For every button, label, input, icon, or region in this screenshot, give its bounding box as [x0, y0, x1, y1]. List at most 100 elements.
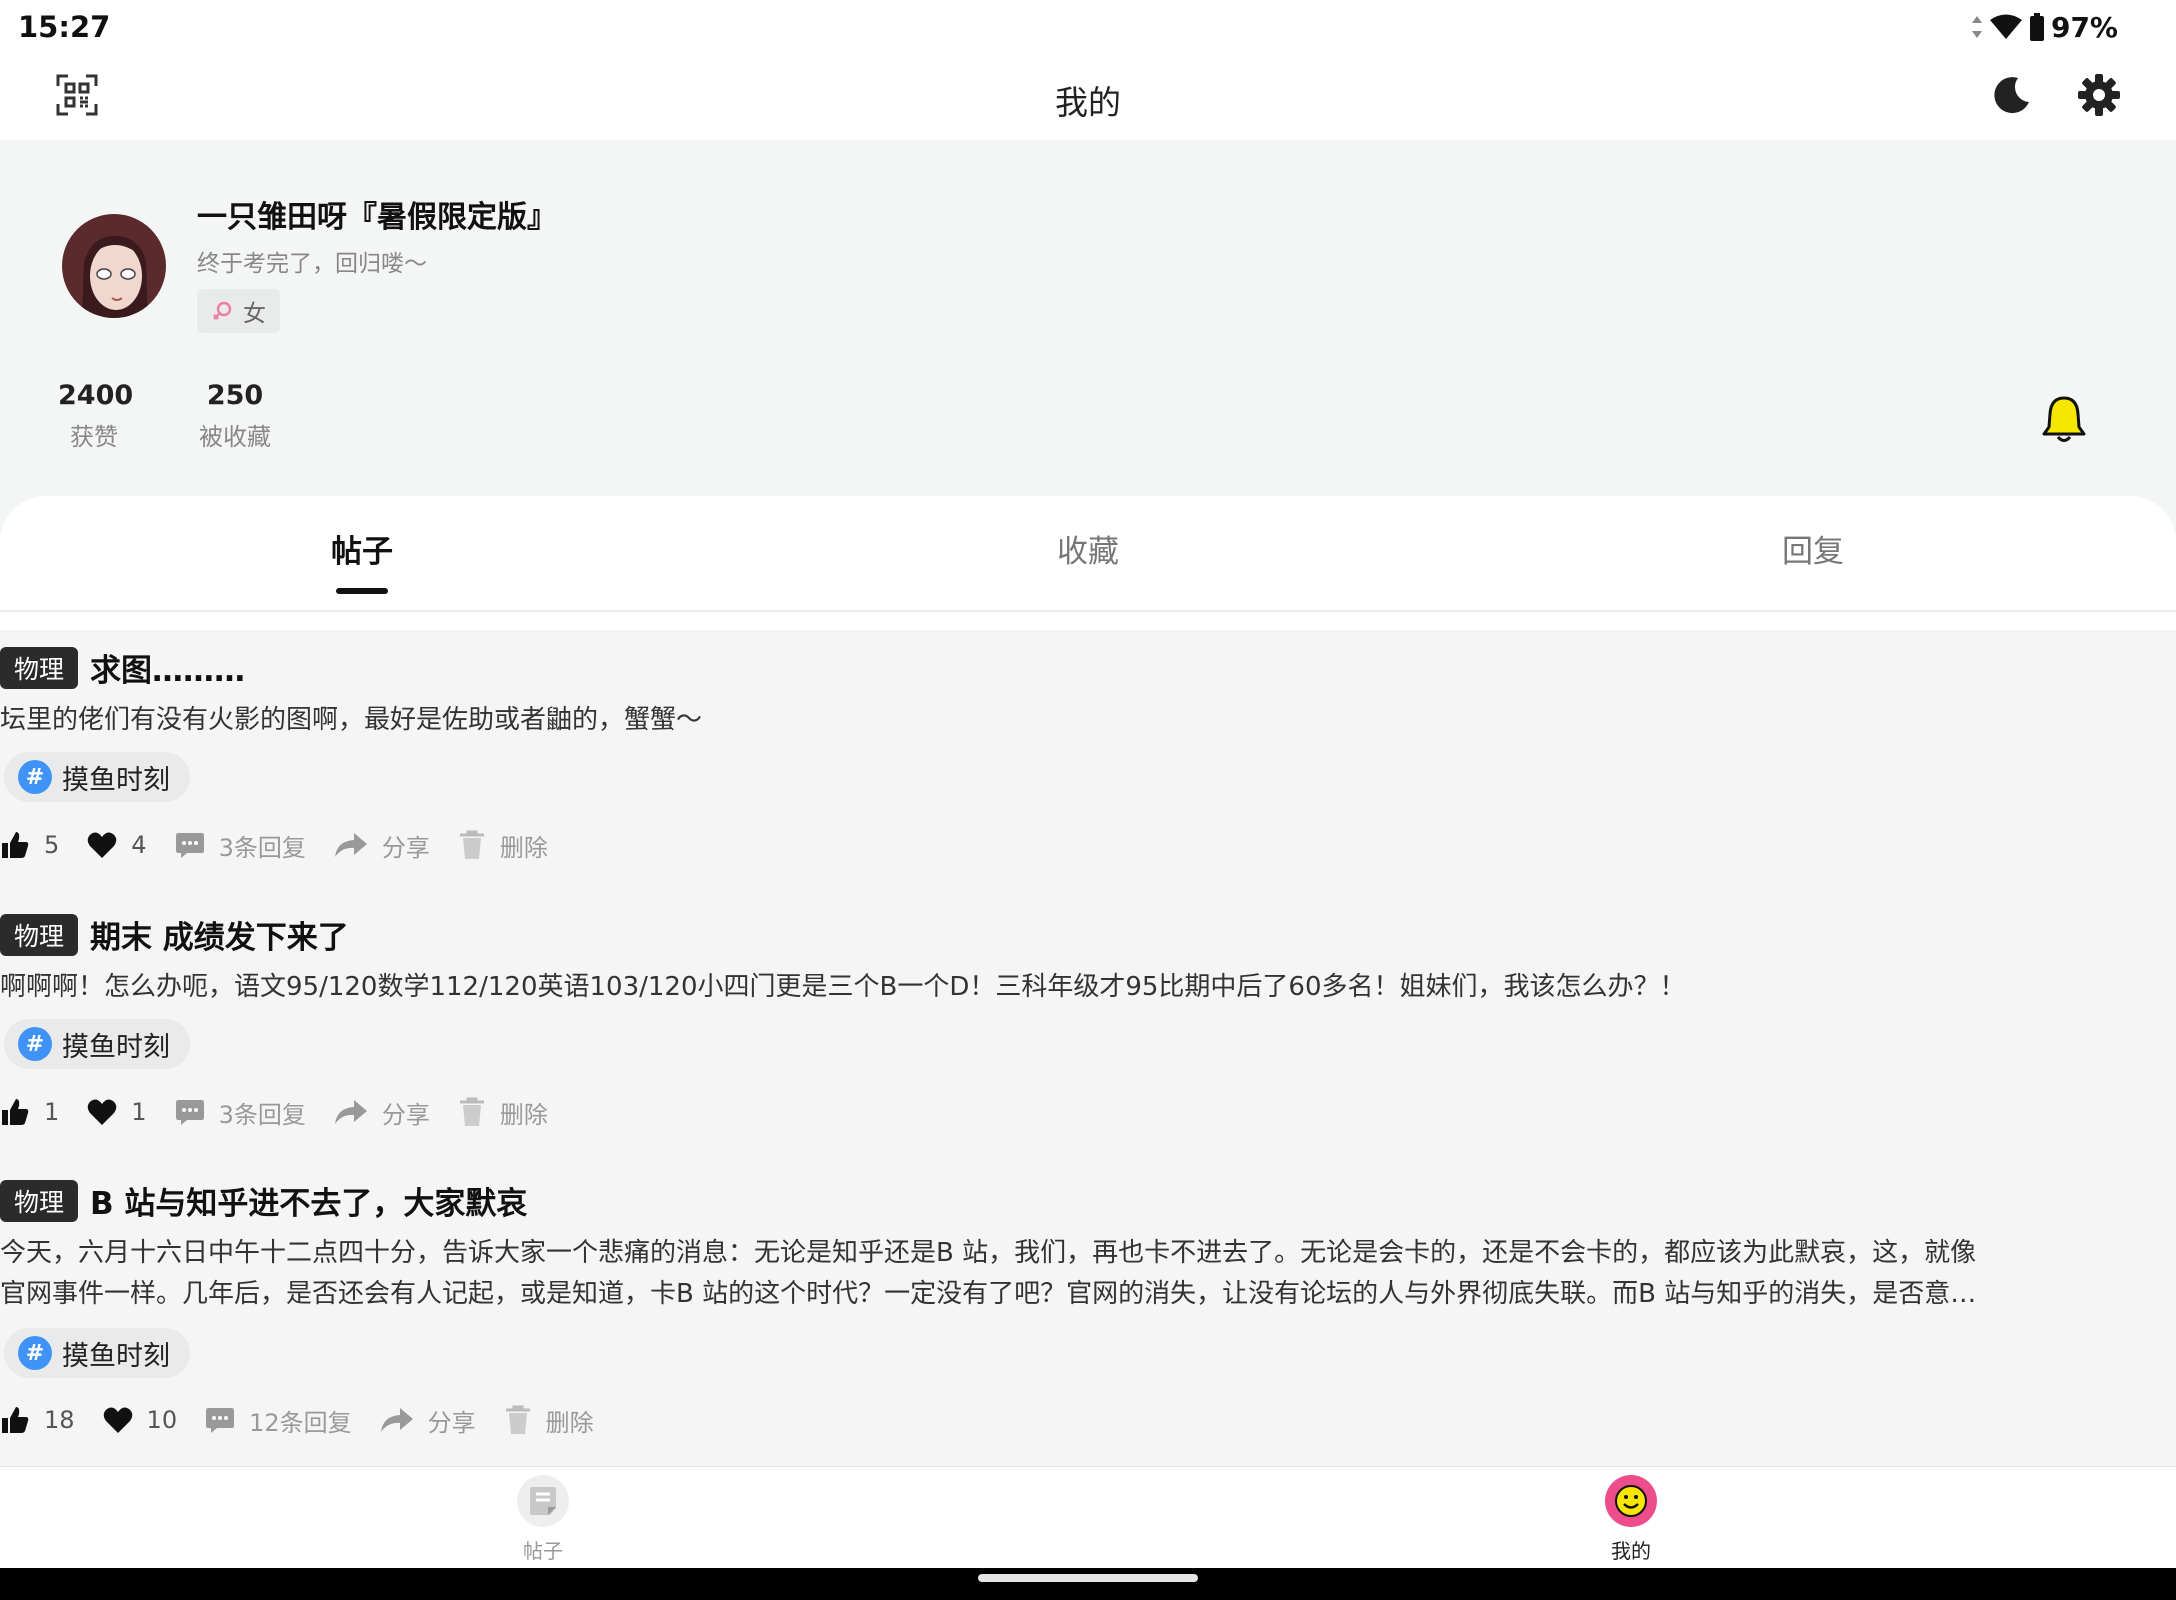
settings-button[interactable] — [2076, 72, 2122, 118]
topic-tag-label: 摸鱼时刻 — [62, 1340, 170, 1372]
comment-icon — [175, 833, 204, 858]
share-button[interactable]: 分享 — [334, 828, 430, 863]
avatar-image — [62, 214, 166, 318]
delete-label: 删除 — [499, 1100, 548, 1129]
thumbs-up-icon — [2, 1407, 29, 1433]
favorite-button[interactable]: 1 — [87, 1098, 147, 1126]
share-button[interactable]: 分享 — [334, 1095, 430, 1130]
moon-icon — [1994, 77, 2029, 114]
trash-icon — [459, 830, 484, 859]
comment-icon — [175, 1100, 204, 1125]
delete-button[interactable]: 删除 — [458, 1095, 548, 1130]
share-label: 分享 — [427, 1408, 476, 1437]
bottom-nav: 帖子 我的 — [0, 1466, 2176, 1568]
stat-likes-label: 获赞 — [70, 423, 118, 451]
reply-count: 3条回复 — [218, 1100, 306, 1129]
topic-tag[interactable]: # 摸鱼时刻 — [4, 1328, 190, 1378]
like-button[interactable]: 5 — [0, 830, 59, 860]
status-time: 15:27 — [18, 10, 111, 44]
share-icon — [334, 833, 367, 857]
stat-likes: 2400 获赞 — [58, 380, 134, 452]
post-title[interactable]: B 站与知乎进不去了，大家默哀 — [90, 1178, 527, 1223]
status-bar: 15:27 97% — [0, 0, 2176, 54]
top-bar: 我的 — [0, 54, 2176, 140]
topic-tag[interactable]: # 摸鱼时刻 — [4, 752, 190, 802]
reply-count: 12条回复 — [249, 1408, 352, 1437]
system-gesture-bar — [0, 1568, 2176, 1600]
stat-likes-value: 2400 — [58, 380, 134, 411]
stat-favorited-value: 250 — [206, 380, 264, 411]
share-button[interactable]: 分享 — [380, 1403, 476, 1438]
delete-button[interactable]: 删除 — [504, 1403, 594, 1438]
like-button[interactable]: 1 — [0, 1097, 59, 1127]
post-item[interactable]: 物理 B 站与知乎进不去了，大家默哀 今天，六月十六日中午十二点四十分，告诉大家… — [0, 1178, 2176, 1466]
tab-indicator — [336, 588, 388, 594]
stat-favorited: 250 被收藏 — [190, 380, 280, 452]
smiley-icon — [1605, 1475, 1657, 1527]
delete-label: 删除 — [545, 1408, 594, 1437]
status-icons: 97% — [1971, 11, 2118, 44]
post-list: 物理 求图……… 坛里的佬们有没有火影的图啊，最好是佐助或者鼬的，蟹蟹～ # 摸… — [0, 630, 2176, 1466]
nav-posts[interactable]: 帖子 — [483, 1475, 603, 1564]
gear-icon — [2078, 74, 2120, 116]
share-icon — [334, 1100, 367, 1124]
like-count: 5 — [44, 831, 60, 859]
post-title[interactable]: 期末 成绩发下来了 — [90, 912, 349, 957]
like-count: 18 — [44, 1406, 75, 1434]
trash-icon — [459, 1097, 484, 1126]
heart-icon — [88, 832, 117, 858]
post-body-line-1: 今天，六月十六日中午十二点四十分，告诉大家一个悲痛的消息：无论是知乎还是B 站，… — [0, 1238, 1977, 1268]
post-body-line-2: 官网事件一样。几年后，是否还会有人记起，或是知道，卡B 站的这个时代？一定没有了… — [0, 1279, 1977, 1309]
dark-mode-button[interactable] — [1988, 72, 2034, 118]
battery-icon — [2029, 13, 2044, 41]
nav-me[interactable]: 我的 — [1571, 1475, 1691, 1564]
replies-button[interactable]: 3条回复 — [175, 1095, 306, 1130]
hashtag-icon: # — [18, 1336, 52, 1370]
post-actions: 1 1 3条回复 分享 删除 — [0, 1092, 576, 1132]
profile-section: 一只雏田呀『暑假限定版』 终于考完了，回归喽～ 女 2400 获赞 250 被收… — [0, 140, 2176, 540]
stat-favorited-label: 被收藏 — [199, 423, 271, 451]
tab-replies[interactable]: 回复 — [1663, 526, 1963, 571]
delete-button[interactable]: 删除 — [458, 828, 548, 863]
comment-icon — [206, 1408, 235, 1433]
signature: 终于考完了，回归喽～ — [197, 251, 427, 277]
post-item[interactable]: 物理 求图……… 坛里的佬们有没有火影的图啊，最好是佐助或者鼬的，蟹蟹～ # 摸… — [0, 645, 2176, 900]
like-count: 1 — [44, 1098, 60, 1126]
share-icon — [380, 1408, 413, 1432]
nav-posts-label: 帖子 — [523, 1539, 563, 1563]
avatar[interactable] — [62, 214, 166, 318]
topic-tag[interactable]: # 摸鱼时刻 — [4, 1019, 190, 1069]
nav-me-label: 我的 — [1611, 1539, 1651, 1563]
home-gesture-handle[interactable] — [978, 1574, 1198, 1582]
notifications-button[interactable] — [2038, 394, 2090, 446]
bell-icon — [2042, 396, 2086, 442]
post-header: 物理 B 站与知乎进不去了，大家默哀 — [0, 1178, 527, 1223]
topic-tag-label: 摸鱼时刻 — [62, 1031, 170, 1063]
tab-posts[interactable]: 帖子 — [212, 526, 512, 571]
thumbs-up-icon — [2, 832, 29, 858]
tab-bar: 帖子 收藏 回复 — [0, 496, 2176, 612]
category-badge: 物理 — [0, 913, 79, 956]
share-label: 分享 — [381, 833, 430, 862]
heart-icon — [103, 1407, 132, 1433]
post-header: 物理 期末 成绩发下来了 — [0, 912, 349, 957]
hashtag-icon: # — [18, 760, 52, 794]
reply-count: 3条回复 — [218, 833, 306, 862]
tab-favorites[interactable]: 收藏 — [938, 526, 1238, 571]
topic-tag-label: 摸鱼时刻 — [62, 764, 170, 796]
delete-label: 删除 — [499, 833, 548, 862]
gender-label: 女 — [243, 301, 266, 327]
category-badge: 物理 — [0, 1179, 79, 1222]
post-item[interactable]: 物理 期末 成绩发下来了 啊啊啊！怎么办呃，语文95/120数学112/120英… — [0, 912, 2176, 1167]
posts-icon — [517, 1475, 569, 1527]
favorite-button[interactable]: 10 — [103, 1406, 177, 1434]
share-label: 分享 — [381, 1100, 430, 1129]
replies-button[interactable]: 12条回复 — [205, 1403, 352, 1438]
post-title[interactable]: 求图……… — [90, 645, 245, 690]
thumbs-up-icon — [2, 1099, 29, 1125]
data-arrows-icon — [1971, 16, 1982, 38]
like-button[interactable]: 18 — [0, 1405, 75, 1435]
favorite-button[interactable]: 4 — [87, 831, 147, 859]
battery-level: 97% — [2050, 10, 2118, 44]
replies-button[interactable]: 3条回复 — [175, 828, 306, 863]
